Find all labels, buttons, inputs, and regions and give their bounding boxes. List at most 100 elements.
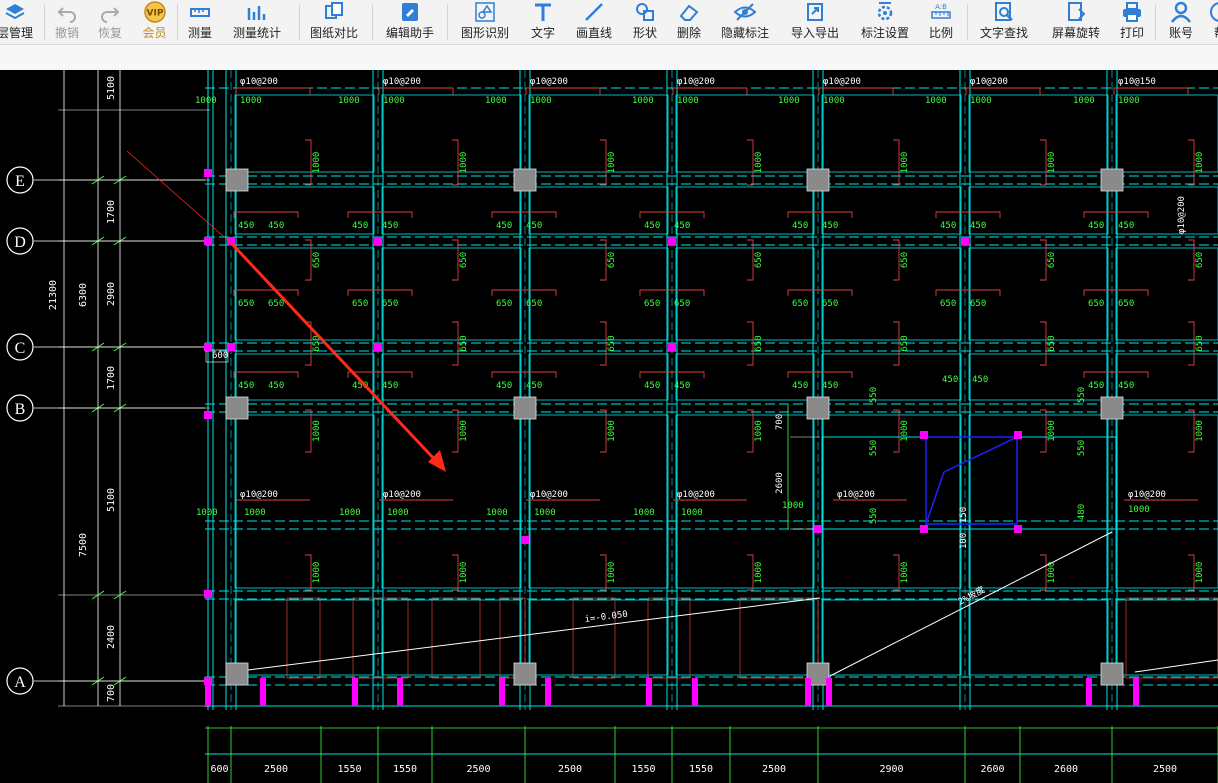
toolbar-button-label: 账号 bbox=[1168, 26, 1193, 40]
toolbar-button-text-search[interactable]: 文字查找 bbox=[968, 0, 1040, 44]
dimension-value: 1000 bbox=[312, 562, 322, 584]
dimension-label: 5100 bbox=[106, 76, 117, 100]
toolbar-button-text[interactable]: 文字 bbox=[522, 0, 564, 44]
rebar-bracket-vertical bbox=[600, 554, 607, 591]
toolbar-separator bbox=[372, 4, 373, 40]
dimension-label: 5100 bbox=[106, 488, 117, 512]
shapes-icon bbox=[633, 0, 657, 24]
cell-outline bbox=[968, 414, 1109, 589]
rebar-bracket bbox=[491, 211, 557, 218]
dimension-value: 1000 bbox=[195, 96, 217, 106]
dimension-value: 450 bbox=[644, 381, 660, 391]
toolbar-button-ruler[interactable]: 测量 bbox=[178, 0, 222, 44]
dimension-value: 1000 bbox=[633, 508, 655, 518]
dimension-value: 1000 bbox=[900, 152, 910, 174]
rebar-label: φ10@200 bbox=[240, 490, 278, 500]
toolbar-separator bbox=[447, 4, 448, 40]
marker-point bbox=[668, 343, 676, 351]
rebar-bracket bbox=[935, 211, 1001, 218]
dimension-value: 550 bbox=[1077, 440, 1087, 456]
toolbar-button-rotate-screen[interactable]: 屏幕旋转 bbox=[1040, 0, 1112, 44]
toolbar-button-eye[interactable]: 隐藏标注 bbox=[712, 0, 778, 44]
dimension-label: 21300 bbox=[48, 280, 59, 310]
column bbox=[513, 168, 537, 192]
dimension-value: 450 bbox=[352, 221, 368, 231]
marker-point bbox=[1014, 525, 1022, 533]
dimension-label: 1550 bbox=[631, 764, 655, 775]
dimension-value: 1000 bbox=[782, 501, 804, 511]
dimension-value: 1000 bbox=[244, 508, 266, 518]
rebar-label: φ10@150 bbox=[1118, 77, 1156, 87]
toolbar-button-print[interactable]: 打印 bbox=[1111, 0, 1153, 44]
dimension-value: 1000 bbox=[1195, 152, 1205, 174]
dimension-value: 650 bbox=[822, 299, 838, 309]
dimension-label: 2500 bbox=[264, 764, 288, 775]
cell-outline bbox=[675, 94, 815, 173]
toolbar-separator bbox=[44, 4, 45, 40]
toolbar-separator bbox=[177, 4, 178, 40]
toolbar-button-label: 形状 bbox=[632, 26, 657, 40]
toolbar-button-line[interactable]: 画直线 bbox=[566, 0, 622, 44]
dimension-value: 650 bbox=[607, 252, 617, 268]
toolbar-button-shape-recognize[interactable]: 图形识别 bbox=[448, 0, 522, 44]
marker-point bbox=[374, 343, 382, 351]
dimension-value: 450 bbox=[1088, 221, 1104, 231]
eraser-icon bbox=[677, 0, 701, 24]
dimension-label: 2500 bbox=[1153, 764, 1177, 775]
dimension-label: 700 bbox=[106, 684, 117, 702]
dimension-value: 650 bbox=[352, 299, 368, 309]
rebar-bracket-vertical bbox=[452, 554, 459, 591]
toolbar-button-account[interactable]: 账号 bbox=[1156, 0, 1206, 44]
undo-icon bbox=[55, 0, 79, 24]
toolbar-button-vip[interactable]: VIP 会员 bbox=[131, 0, 178, 44]
dimension-value: 450 bbox=[1118, 381, 1134, 391]
rebar-bracket-vertical bbox=[600, 239, 607, 281]
rebar-bracket-vertical bbox=[893, 554, 900, 591]
rebar-label: φ10@200 bbox=[1177, 196, 1187, 234]
dimension-label: 1550 bbox=[393, 764, 417, 775]
rebar-zone bbox=[431, 597, 481, 679]
dimension-value: 650 bbox=[312, 252, 322, 268]
dimension-value: 650 bbox=[1088, 299, 1104, 309]
toolbar-button-annotation-settings[interactable]: 标注设置 bbox=[850, 0, 920, 44]
toolbar-button-compare[interactable]: 图纸对比 bbox=[300, 0, 368, 44]
toolbar-button-help[interactable]: 帮 bbox=[1208, 0, 1218, 44]
dimension-value: 650 bbox=[1047, 335, 1057, 351]
column bbox=[225, 662, 249, 686]
pile-marker bbox=[692, 678, 698, 706]
help-icon bbox=[1208, 0, 1218, 24]
toolbar-button-edit-assistant[interactable]: 编辑助手 bbox=[373, 0, 447, 44]
marker-point bbox=[204, 590, 212, 598]
toolbar-button-measure-stats[interactable]: 测量统计 bbox=[220, 0, 294, 44]
dimension-value: 1000 bbox=[1073, 96, 1095, 106]
toolbar-button-undo[interactable]: 撤销 bbox=[45, 0, 89, 44]
dimension-value: 450 bbox=[674, 381, 690, 391]
toolbar-button-layers[interactable]: 层管理 bbox=[0, 0, 44, 44]
dimension-value: 450 bbox=[526, 381, 542, 391]
rebar-bracket-vertical bbox=[1188, 554, 1195, 591]
toolbar-button-label: 图纸对比 bbox=[309, 26, 358, 40]
rebar-bracket bbox=[672, 87, 748, 95]
toolbar-button-scale[interactable]: A:B 比例 bbox=[920, 0, 962, 44]
dimension-value: 1000 bbox=[459, 562, 469, 584]
dimension-label: 2400 bbox=[106, 625, 117, 649]
rebar-label: φ10@200 bbox=[240, 77, 278, 87]
dimension-value: 1000 bbox=[632, 96, 654, 106]
toolbar-button-eraser[interactable]: 删除 bbox=[667, 0, 711, 44]
cad-drawing[interactable]: 21300 6300 7500 5100 1700 2900 1700 5100 2400 700… bbox=[0, 70, 1218, 783]
toolbar-button-shapes[interactable]: 形状 bbox=[624, 0, 666, 44]
dimension-label: 700 bbox=[775, 414, 785, 430]
marker-point bbox=[920, 525, 928, 533]
toolbar-button-redo[interactable]: 恢复 bbox=[88, 0, 132, 44]
rebar-bracket bbox=[347, 211, 413, 218]
dimension-value: 1000 bbox=[754, 420, 764, 442]
toolbar-button-import-export[interactable]: 导入导出 bbox=[780, 0, 850, 44]
dimension-label: 600 bbox=[212, 351, 228, 361]
cell-outline bbox=[234, 94, 375, 173]
column bbox=[806, 396, 830, 420]
dimension-value: 650 bbox=[268, 299, 284, 309]
rebar-bracket bbox=[235, 87, 311, 95]
drawing-canvas[interactable]: 21300 6300 7500 5100 1700 2900 1700 5100 2400 700… bbox=[0, 70, 1218, 783]
dimension-value: 450 bbox=[496, 221, 512, 231]
rotate-screen-icon bbox=[1064, 0, 1088, 24]
